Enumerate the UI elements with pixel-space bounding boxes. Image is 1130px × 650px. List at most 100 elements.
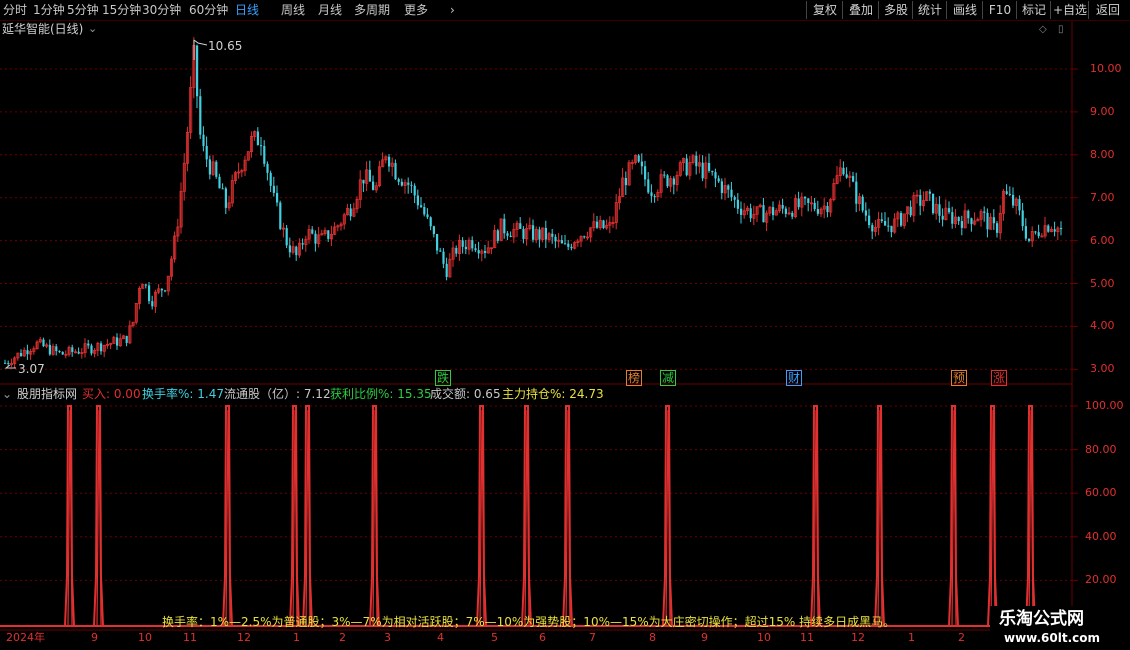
indicator-item-value: 1.47	[197, 387, 224, 401]
candle-body	[816, 209, 819, 214]
candle-body	[519, 223, 522, 229]
y-tick-label: 8.00	[1090, 147, 1115, 161]
candle-body	[807, 198, 810, 203]
candle-body	[471, 240, 474, 249]
candle-body	[938, 204, 941, 216]
high-marker-arrow	[193, 39, 208, 46]
x-tick-label: 4	[437, 631, 444, 644]
candle-body	[464, 246, 467, 250]
candle-body	[416, 195, 419, 206]
chevron-down-icon[interactable]: ⌄	[88, 22, 97, 36]
candle-body	[199, 96, 202, 135]
candle-body	[256, 131, 259, 146]
candle-body	[797, 198, 800, 208]
y-tick-label: 3.00	[1090, 362, 1115, 376]
candle-body	[522, 228, 525, 239]
x-tick-label: 9	[701, 631, 708, 644]
candle-body	[992, 217, 995, 224]
candle-body	[42, 339, 45, 347]
candle-body	[544, 227, 547, 240]
candle-body	[400, 181, 403, 186]
candle-body	[26, 350, 29, 355]
watermark-url: www.60lt.com	[1004, 631, 1101, 645]
candle-body	[842, 167, 845, 175]
candle-body	[890, 225, 893, 233]
candle-body	[570, 246, 573, 249]
chart-canvas[interactable]	[0, 0, 1130, 650]
high-price-label: 10.65	[208, 39, 243, 53]
candle-body	[1053, 229, 1056, 232]
candle-body	[624, 177, 627, 186]
signal-marker[interactable]: 跌	[435, 370, 452, 386]
candle-body	[48, 344, 51, 355]
candle-body	[279, 202, 282, 229]
candle-body	[484, 251, 487, 253]
x-tick-label: 5	[491, 631, 498, 644]
candle-body	[160, 288, 163, 291]
candle-body	[1018, 199, 1021, 211]
candle-body	[852, 176, 855, 182]
candle-body	[436, 233, 439, 251]
indicator-y-tick-label: 60.00	[1085, 486, 1117, 500]
candle-body	[295, 246, 298, 256]
candle-body	[637, 155, 640, 162]
candle-body	[1047, 225, 1050, 232]
indicator-item-value: 0.00	[113, 387, 141, 401]
candle-body	[100, 343, 103, 352]
candle-body	[7, 362, 10, 364]
candle-body	[90, 345, 93, 354]
candle-body	[653, 196, 656, 198]
x-tick-label: 12	[237, 631, 251, 644]
indicator-header: ⌄ 股朋指标网 买入: 0.00 换手率%: 1.47 流通股（亿）: 7.12 获利比例…	[2, 387, 762, 401]
indicator-item-5: 主力持仓%: 24.73	[502, 387, 604, 401]
candle-body	[164, 290, 167, 292]
candle-body	[116, 337, 119, 346]
candle-body	[1037, 232, 1040, 236]
watermark-title: 乐淘公式网	[999, 609, 1084, 629]
window-icon[interactable]: ▯	[1058, 23, 1064, 37]
indicator-chevron-icon[interactable]: ⌄	[2, 387, 12, 401]
signal-marker[interactable]: 榜	[626, 370, 643, 386]
candle-body	[394, 163, 397, 180]
x-tick-label: 2024年	[6, 631, 45, 644]
candle-body	[672, 178, 675, 185]
candle-body	[567, 243, 570, 247]
candle-body	[58, 351, 61, 353]
indicator-item-value: 24.73	[569, 387, 604, 401]
x-tick-label: 10	[757, 631, 771, 644]
side-scroll-strip[interactable]	[1121, 21, 1130, 621]
indicator-y-tick-label: 100.00	[1085, 399, 1124, 412]
indicator-name[interactable]: 股朋指标网	[17, 387, 77, 401]
candle-body	[784, 208, 787, 214]
candle-body	[983, 211, 986, 213]
turnover-note: 换手率：1%—2.5%为普通股；3%—7%为相对活跃股；7%—10%为强势股；1…	[162, 615, 896, 629]
candle-body	[455, 247, 458, 254]
diamond-icon[interactable]: ◇	[1039, 23, 1047, 37]
candle-body	[477, 250, 480, 254]
candle-body	[532, 225, 535, 240]
candle-body	[730, 189, 733, 198]
indicator-y-tick-label: 20.00	[1085, 573, 1117, 587]
candle-body	[285, 228, 288, 246]
signal-marker[interactable]: 涨	[991, 370, 1008, 386]
candle-body	[986, 212, 989, 230]
signal-marker[interactable]: 减	[660, 370, 677, 386]
candle-body	[61, 351, 64, 355]
indicator-item-1: 换手率%: 1.47	[142, 387, 224, 401]
low-price-label: 3.07	[18, 362, 45, 376]
candle-body	[1060, 228, 1063, 230]
candle-body	[880, 219, 883, 222]
candle-body	[362, 179, 365, 184]
candle-body	[1034, 231, 1037, 233]
candle-body	[148, 285, 151, 302]
candle-body	[269, 172, 272, 186]
x-tick-label: 6	[539, 631, 546, 644]
x-tick-label: 2	[958, 631, 965, 644]
signal-marker[interactable]: 预	[951, 370, 968, 386]
signal-marker[interactable]: 财	[786, 370, 803, 386]
candle-body	[951, 212, 954, 224]
candle-body	[970, 218, 973, 225]
candle-body	[772, 207, 775, 216]
candle-body	[864, 210, 867, 216]
indicator-item-label: 主力持仓%:	[502, 387, 570, 401]
